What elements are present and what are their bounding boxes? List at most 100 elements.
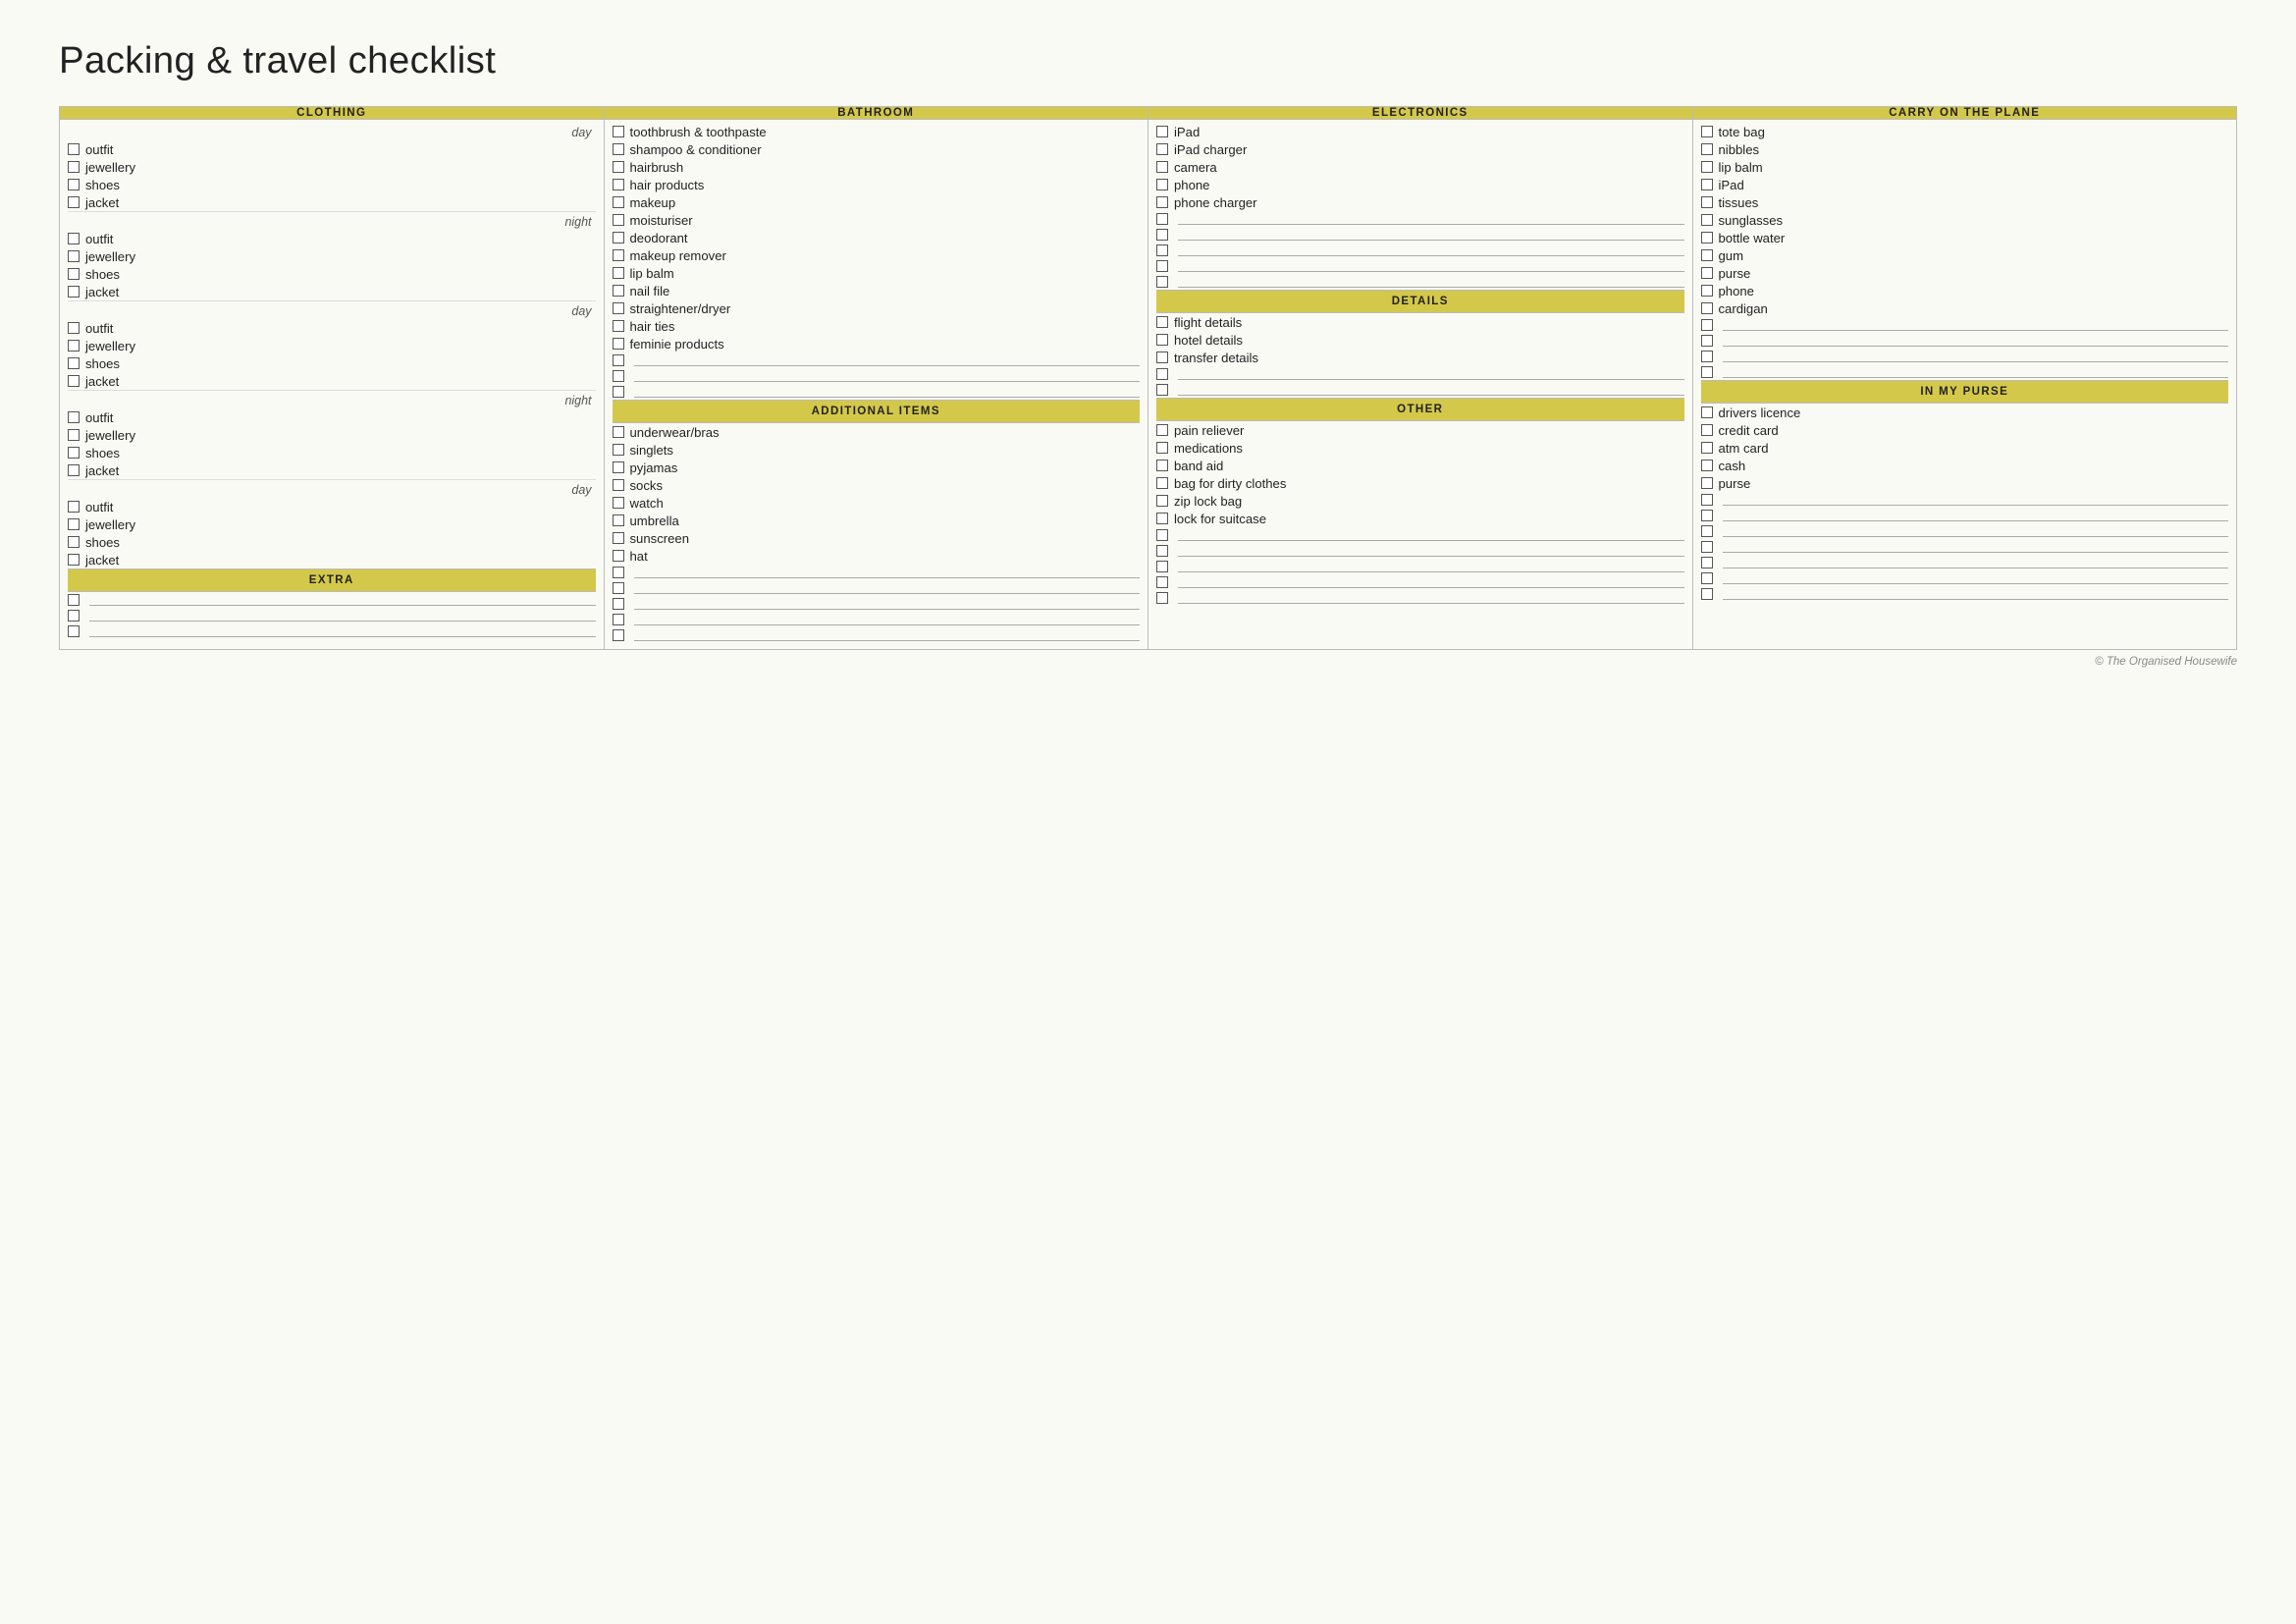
checkbox[interactable] (1156, 196, 1168, 208)
list-item[interactable]: shoes (68, 265, 596, 283)
checkbox[interactable] (613, 267, 624, 279)
checkbox[interactable] (1701, 406, 1713, 418)
checkbox[interactable] (1156, 384, 1168, 396)
list-item[interactable]: shoes (68, 444, 596, 461)
checkbox[interactable] (1701, 424, 1713, 436)
checkbox[interactable] (613, 426, 624, 438)
list-item[interactable]: pyjamas (613, 459, 1141, 476)
checkbox[interactable] (68, 143, 80, 155)
checkbox[interactable] (1701, 179, 1713, 190)
checkbox[interactable] (613, 461, 624, 473)
list-item[interactable]: lock for suitcase (1156, 510, 1684, 527)
checkbox[interactable] (68, 196, 80, 208)
list-item[interactable]: band aid (1156, 457, 1684, 474)
checkbox[interactable] (1156, 352, 1168, 363)
list-item[interactable]: credit card (1701, 421, 2229, 439)
checkbox[interactable] (1701, 494, 1713, 506)
checkbox[interactable] (613, 338, 624, 350)
checkbox[interactable] (68, 375, 80, 387)
list-item[interactable]: nail file (613, 282, 1141, 299)
list-item[interactable]: drivers licence (1701, 404, 2229, 421)
checkbox[interactable] (613, 582, 624, 594)
checkbox[interactable] (1701, 232, 1713, 244)
checkbox[interactable] (68, 429, 80, 441)
checkbox[interactable] (1156, 561, 1168, 572)
list-item[interactable]: underwear/bras (613, 423, 1141, 441)
checkbox[interactable] (1156, 126, 1168, 137)
checkbox[interactable] (613, 598, 624, 610)
list-item[interactable]: zip lock bag (1156, 492, 1684, 510)
checkbox[interactable] (1701, 285, 1713, 297)
checkbox[interactable] (68, 233, 80, 244)
checkbox[interactable] (613, 302, 624, 314)
list-item[interactable]: nibbles (1701, 140, 2229, 158)
checkbox[interactable] (613, 161, 624, 173)
list-item[interactable]: atm card (1701, 439, 2229, 457)
list-item[interactable]: jewellery (68, 158, 596, 176)
checkbox[interactable] (613, 232, 624, 244)
list-item[interactable]: straightener/dryer (613, 299, 1141, 317)
list-item[interactable]: jacket (68, 551, 596, 568)
checkbox[interactable] (613, 550, 624, 562)
checkbox[interactable] (68, 322, 80, 334)
list-item[interactable]: shoes (68, 176, 596, 193)
checkbox[interactable] (1156, 477, 1168, 489)
list-item[interactable]: phone (1156, 176, 1684, 193)
list-item[interactable]: bag for dirty clothes (1156, 474, 1684, 492)
checkbox[interactable] (68, 161, 80, 173)
list-item[interactable]: cardigan (1701, 299, 2229, 317)
checkbox[interactable] (1701, 525, 1713, 537)
list-item[interactable]: sunscreen (613, 529, 1141, 547)
checkbox[interactable] (613, 320, 624, 332)
checkbox[interactable] (613, 249, 624, 261)
list-item[interactable]: shoes (68, 533, 596, 551)
checkbox[interactable] (1156, 213, 1168, 225)
list-item[interactable]: sunglasses (1701, 211, 2229, 229)
list-item[interactable]: feminie products (613, 335, 1141, 352)
list-item[interactable]: moisturiser (613, 211, 1141, 229)
list-item[interactable]: lip balm (1701, 158, 2229, 176)
checkbox[interactable] (1701, 442, 1713, 454)
list-item[interactable]: pain reliever (1156, 421, 1684, 439)
checkbox[interactable] (1156, 244, 1168, 256)
list-item[interactable]: hair ties (613, 317, 1141, 335)
checkbox[interactable] (613, 479, 624, 491)
checkbox[interactable] (1701, 249, 1713, 261)
checkbox[interactable] (613, 179, 624, 190)
checkbox[interactable] (1156, 495, 1168, 507)
checkbox[interactable] (1156, 529, 1168, 541)
list-item[interactable]: camera (1156, 158, 1684, 176)
list-item[interactable]: makeup remover (613, 246, 1141, 264)
list-item[interactable]: phone (1701, 282, 2229, 299)
checkbox[interactable] (1701, 557, 1713, 568)
checkbox[interactable] (613, 143, 624, 155)
checkbox[interactable] (613, 386, 624, 398)
checkbox[interactable] (1701, 319, 1713, 331)
checkbox[interactable] (1156, 179, 1168, 190)
checkbox[interactable] (1156, 513, 1168, 524)
list-item[interactable]: watch (613, 494, 1141, 512)
checkbox[interactable] (1701, 214, 1713, 226)
list-item[interactable]: jacket (68, 283, 596, 300)
checkbox[interactable] (1156, 316, 1168, 328)
list-item[interactable]: tote bag (1701, 123, 2229, 140)
checkbox[interactable] (613, 285, 624, 297)
checkbox[interactable] (1156, 424, 1168, 436)
list-item[interactable]: jewellery (68, 337, 596, 354)
list-item[interactable]: outfit (68, 140, 596, 158)
checkbox[interactable] (613, 497, 624, 509)
checkbox[interactable] (68, 286, 80, 298)
checkbox[interactable] (1156, 229, 1168, 241)
list-item[interactable]: jewellery (68, 247, 596, 265)
checkbox[interactable] (1701, 335, 1713, 347)
list-item[interactable]: shoes (68, 354, 596, 372)
list-item[interactable]: jewellery (68, 515, 596, 533)
list-item[interactable]: outfit (68, 498, 596, 515)
checkbox[interactable] (1156, 334, 1168, 346)
list-item[interactable]: deodorant (613, 229, 1141, 246)
checkbox[interactable] (68, 250, 80, 262)
checkbox[interactable] (68, 625, 80, 637)
checkbox[interactable] (68, 447, 80, 459)
checkbox[interactable] (68, 554, 80, 566)
checkbox[interactable] (1701, 572, 1713, 584)
